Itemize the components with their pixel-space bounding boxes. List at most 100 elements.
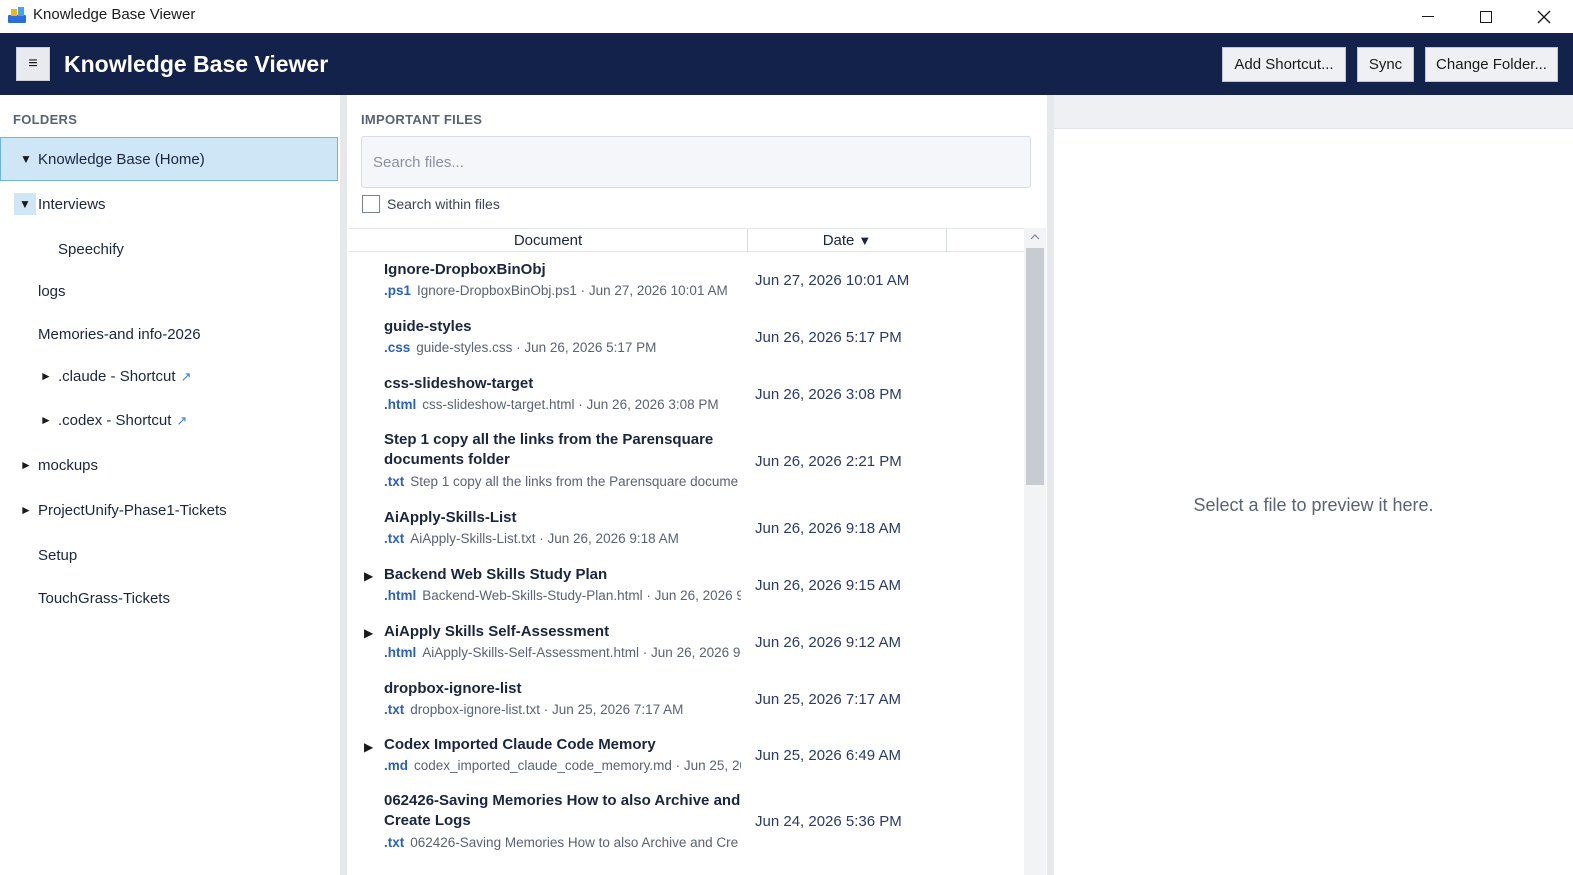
file-meta: .css guide-styles.css · Jun 26, 2026 5:17… [384, 340, 657, 355]
folders-sidebar: FOLDERS ▼ Knowledge Base (Home) ▼ Interv… [0, 95, 340, 875]
search-files-input[interactable] [362, 137, 1030, 187]
sync-button[interactable]: Sync [1357, 47, 1414, 82]
folder-mockups[interactable]: ► mockups [0, 443, 338, 487]
folder-label: Setup [38, 546, 78, 564]
file-extension: .html [384, 645, 417, 660]
file-title: dropbox-ignore-list [384, 680, 522, 697]
file-meta: .txt dropbox-ignore-list.txt · Jun 25, 20… [384, 702, 684, 717]
close-icon [1537, 10, 1551, 23]
preview-splitter[interactable] [1047, 95, 1054, 875]
file-title: 062426-Saving Memories How to also Archi… [384, 792, 741, 829]
caret-right-icon[interactable]: ► [20, 458, 32, 472]
maximize-icon [1480, 10, 1492, 23]
file-title: AiApply Skills Self-Assessment [384, 623, 610, 640]
folder-touchgrass-tickets[interactable]: TouchGrass-Tickets [0, 576, 338, 620]
search-within-files-label: Search within files [387, 196, 500, 212]
caret-right-icon[interactable]: ► [20, 503, 32, 517]
preview-toolbar [1054, 95, 1573, 129]
folder-label: ProjectUnify-Phase1-Tickets [38, 501, 227, 519]
folder-codex-shortcut[interactable]: ► .codex - Shortcut ↗ [0, 398, 338, 442]
folder-interviews[interactable]: ▼ Interviews [0, 182, 338, 226]
folder-label: .claude - Shortcut [58, 367, 176, 385]
files-list: Ignore-DropboxBinObj .ps1 Ignore-DropboxB… [349, 252, 1024, 875]
file-row[interactable]: Ignore-DropboxBinObj .ps1 Ignore-DropboxB… [349, 252, 1024, 309]
search-within-files-option[interactable]: Search within files [362, 195, 500, 213]
file-meta: .md codex_imported_claude_code_memory.md … [384, 758, 741, 773]
file-title: Backend Web Skills Study Plan [384, 566, 608, 583]
file-row[interactable]: 062426-Saving Memories How to also Archi… [349, 785, 1024, 865]
folder-claude-shortcut[interactable]: ► .claude - Shortcut ↗ [0, 354, 338, 398]
folder-label: Memories-and info-2026 [38, 325, 201, 343]
folder-label: Speechify [58, 240, 124, 258]
folder-label: .codex - Shortcut [58, 411, 172, 429]
file-date: Jun 26, 2026 3:08 PM [755, 386, 902, 403]
folder-label: Knowledge Base (Home) [38, 150, 205, 168]
file-title: Step 1 copy all the links from the Paren… [384, 431, 714, 468]
file-title: Ignore-DropboxBinObj [384, 261, 546, 278]
folder-setup[interactable]: Setup [0, 533, 338, 577]
change-folder-button[interactable]: Change Folder... [1425, 47, 1558, 82]
important-files-title: IMPORTANT FILES [361, 112, 483, 127]
shortcut-arrow-icon: ↗ [180, 368, 192, 384]
minimize-button[interactable] [1399, 0, 1457, 33]
file-extension: .txt [384, 531, 405, 546]
file-row[interactable]: ▶ AiApply Skills Self-Assessment .html Ai… [349, 614, 1024, 671]
caret-right-icon[interactable]: ► [40, 413, 52, 427]
folder-memories-and-info-2026[interactable]: Memories-and info-2026 [0, 312, 338, 356]
hamburger-menu-button[interactable]: ≡ [16, 47, 50, 81]
search-within-files-checkbox[interactable] [362, 195, 380, 213]
file-row[interactable]: AiApply-Skills-List .txt AiApply-Skills-L… [349, 500, 1024, 557]
file-date: Jun 26, 2026 2:21 PM [755, 453, 902, 470]
folder-logs[interactable]: logs [0, 269, 338, 313]
file-date: Jun 25, 2026 6:49 AM [755, 747, 901, 764]
file-title: css-slideshow-target [384, 375, 534, 392]
search-files-box [361, 136, 1031, 188]
window-title: Knowledge Base Viewer [33, 6, 196, 23]
file-row[interactable]: css-slideshow-target .html css-slideshow-… [349, 366, 1024, 423]
file-extension: .txt [384, 474, 405, 489]
scroll-up-icon[interactable] [1024, 228, 1046, 246]
app-header: ≡ Knowledge Base Viewer Add Shortcut... … [0, 33, 1573, 95]
expand-arrow-icon[interactable]: ▶ [364, 740, 373, 754]
file-row[interactable]: guide-styles .css guide-styles.css · Jun … [349, 309, 1024, 366]
scrollbar-thumb[interactable] [1026, 248, 1044, 485]
caret-right-icon[interactable]: ► [40, 369, 52, 383]
files-scrollbar[interactable] [1024, 228, 1046, 875]
file-extension: .ps1 [384, 283, 412, 298]
minimize-icon [1422, 16, 1434, 17]
file-meta: .ps1 Ignore-DropboxBinObj.ps1 · Jun 27, 2… [384, 283, 728, 298]
file-date: Jun 26, 2026 9:15 AM [755, 577, 901, 594]
file-meta: .txt AiApply-Skills-List.txt · Jun 26, 20… [384, 531, 679, 546]
file-meta: .html css-slideshow-target.html · Jun 26,… [384, 397, 719, 412]
column-label: Date [822, 232, 855, 249]
file-title: AiApply-Skills-List [384, 509, 517, 526]
file-row[interactable]: ▶ Backend Web Skills Study Plan .html Bac… [349, 557, 1024, 614]
file-row[interactable]: dropbox-ignore-list .txt dropbox-ignore-l… [349, 671, 1024, 728]
folder-label: Interviews [38, 195, 106, 213]
app-logo-icon [8, 7, 26, 23]
file-meta: .txt Step 1 copy all the links from the P… [384, 474, 739, 489]
folder-knowledge-base-home[interactable]: ▼ Knowledge Base (Home) [0, 137, 338, 181]
file-row[interactable]: Step 1 copy all the links from the Paren… [349, 423, 1024, 500]
folder-projectunify-phase1-tickets[interactable]: ► ProjectUnify-Phase1-Tickets [0, 488, 338, 532]
sidebar-splitter[interactable] [340, 95, 347, 875]
close-button[interactable] [1515, 0, 1573, 33]
caret-down-icon[interactable]: ▼ [15, 148, 37, 170]
expand-arrow-icon[interactable]: ▶ [364, 626, 373, 640]
column-header-date[interactable]: Date ▼ [748, 229, 947, 252]
folder-speechify[interactable]: Speechify [0, 227, 338, 271]
file-title: Codex Imported Claude Code Memory [384, 736, 656, 753]
shortcut-arrow-icon: ↗ [176, 412, 188, 428]
expand-arrow-icon[interactable]: ▶ [364, 569, 373, 583]
caret-down-icon[interactable]: ▼ [14, 193, 36, 215]
sort-descending-icon: ▼ [858, 233, 872, 248]
column-header-document[interactable]: Document [349, 229, 748, 252]
file-extension: .css [384, 340, 411, 355]
maximize-button[interactable] [1457, 0, 1515, 33]
add-shortcut-button[interactable]: Add Shortcut... [1222, 47, 1346, 82]
file-extension: .html [384, 397, 417, 412]
folder-label: logs [38, 282, 66, 300]
folders-section-title: FOLDERS [13, 112, 78, 127]
file-date: Jun 25, 2026 7:17 AM [755, 691, 901, 708]
file-row[interactable]: ▶ Codex Imported Claude Code Memory .md c… [349, 728, 1024, 785]
